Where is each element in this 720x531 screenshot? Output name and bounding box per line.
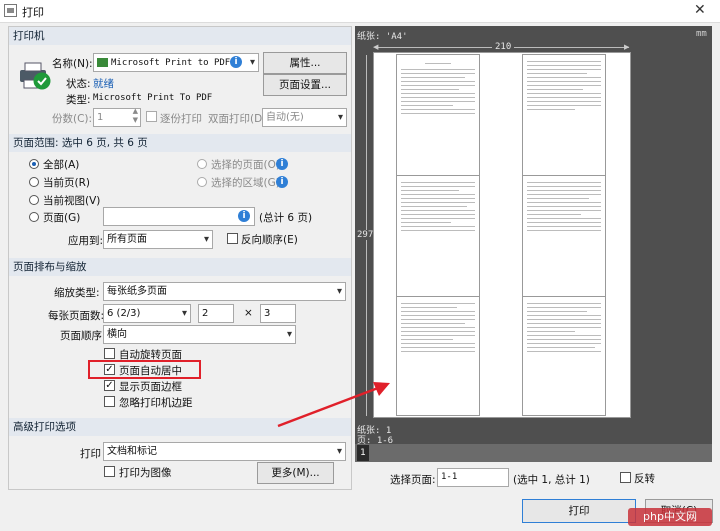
printer-name-select[interactable]: Microsoft Print to PDF i [93, 53, 259, 72]
scale-type-select[interactable]: 每张纸多页面 [103, 282, 346, 301]
pages-per-sheet-label: 每张页面数: [48, 310, 105, 322]
advanced-section-header: 高级打印选项 [9, 418, 351, 436]
selected-area-radio[interactable] [197, 177, 207, 187]
page-strip-item[interactable]: 1 [357, 445, 369, 461]
info-icon[interactable]: i [238, 210, 250, 222]
printer-app-icon [4, 4, 17, 17]
collate-label: 逐份打印 [160, 113, 202, 125]
pages-per-sheet-select[interactable]: 6 (2/3) [103, 304, 191, 323]
range-pages-label: 页面(G) [43, 212, 81, 224]
copies-value: 1 [97, 112, 104, 123]
range-current-radio[interactable] [29, 177, 39, 187]
watermark-logo: php中文网 [628, 508, 712, 526]
range-all-radio[interactable] [29, 159, 39, 169]
paper-height: 297 [357, 230, 374, 240]
page-setup-button[interactable]: 页面设置... [263, 74, 347, 96]
pdf-printer-icon [97, 57, 108, 67]
page-thumbnail [522, 175, 606, 297]
apply-to-select[interactable]: 所有页面 [103, 230, 213, 249]
print-what-label: 打印 [80, 448, 101, 460]
reverse-order-label: 反向顺序(E) [241, 234, 298, 246]
page-order-select[interactable]: 横向 [103, 325, 296, 344]
range-view-label: 当前视图(V) [43, 195, 101, 207]
layout-section-header: 页面排布与缩放 [9, 258, 351, 276]
range-current-label: 当前页(R) [43, 177, 90, 189]
ignore-margin-label: 忽略打印机边距 [119, 397, 193, 409]
paper-label: 纸张: 'A4' [357, 32, 408, 42]
type-value: Microsoft Print To PDF [93, 93, 213, 103]
window-title: 打印 [22, 6, 44, 19]
paper-width: 210 [492, 42, 515, 52]
duplex-select[interactable]: 自动(无) [262, 108, 347, 127]
pages-input[interactable]: i [103, 207, 255, 226]
status-value: 就绪 [93, 78, 114, 90]
printer-name-label: 名称(N): [52, 58, 93, 70]
reverse-order-checkbox[interactable] [227, 233, 238, 244]
ignore-margin-checkbox[interactable] [104, 396, 115, 407]
select-page-label: 选择页面: [390, 474, 436, 486]
stepper-arrows-icon[interactable]: ▲ ▼ [133, 107, 138, 125]
page-thumbnail [396, 296, 480, 416]
range-all-label: 全部(A) [43, 159, 80, 171]
copies-stepper[interactable]: 1 ▲ ▼ [93, 107, 141, 127]
selected-pages-label: 选择的页面(O) [211, 159, 280, 171]
range-view-radio[interactable] [29, 195, 39, 205]
scale-type-label: 缩放类型: [54, 287, 100, 299]
auto-center-checkbox[interactable]: ✓ [104, 364, 115, 375]
collate-checkbox[interactable] [146, 111, 157, 122]
show-border-label: 显示页面边框 [119, 381, 182, 393]
printer-status-icon [18, 60, 52, 92]
ruler-right-arrow-icon: ▶ [624, 43, 630, 51]
rows-input[interactable]: 3 [260, 304, 296, 323]
show-border-checkbox[interactable]: ✓ [104, 380, 115, 391]
printer-name-value: Microsoft Print to PDF [111, 58, 231, 68]
selected-pages-radio[interactable] [197, 159, 207, 169]
apply-to-label: 应用到: [68, 235, 104, 247]
selected-area-label: 选择的区域(G) [211, 177, 280, 189]
status-label: 状态: [66, 78, 91, 90]
duplex-label: 双面打印(D): [208, 113, 270, 125]
info-icon[interactable]: i [230, 56, 242, 68]
page-strip [355, 444, 712, 462]
reverse-preview-checkbox[interactable] [620, 472, 631, 483]
title-bar: 打印 ✕ [0, 0, 720, 23]
times-sign: × [244, 307, 253, 319]
print-what-select[interactable]: 文档和标记 [103, 442, 346, 461]
print-as-image-label: 打印为图像 [119, 467, 172, 479]
page-order-label: 页面顺序: [60, 330, 106, 342]
copies-label: 份数(C): [52, 113, 93, 125]
close-icon[interactable]: ✕ [694, 2, 706, 18]
info-icon[interactable]: i [276, 158, 288, 170]
page-thumbnail [396, 54, 480, 176]
select-page-input[interactable]: 1-1 [437, 468, 509, 487]
print-button[interactable]: 打印 [522, 499, 636, 523]
auto-rotate-checkbox[interactable] [104, 348, 115, 359]
reverse-preview-label: 反转 [634, 473, 655, 485]
type-label: 类型: [66, 94, 91, 106]
range-pages-radio[interactable] [29, 212, 39, 222]
ruler-left-arrow-icon: ◀ [373, 43, 379, 51]
pages-total: (总计 6 页) [259, 212, 313, 224]
printer-section-header: 打印机 [9, 27, 351, 45]
select-page-info: (选中 1, 总计 1) [513, 474, 590, 486]
range-section-header: 页面范围: 选中 6 页, 共 6 页 [9, 134, 351, 152]
unit-label: mm [696, 29, 707, 39]
page-thumbnail [522, 54, 606, 176]
page-thumbnail [396, 175, 480, 297]
more-button[interactable]: 更多(M)... [257, 462, 334, 484]
page-thumbnail [522, 296, 606, 416]
properties-button[interactable]: 属性... [263, 52, 347, 74]
auto-center-label: 页面自动居中 [119, 365, 182, 377]
info-icon[interactable]: i [276, 176, 288, 188]
columns-input[interactable]: 2 [198, 304, 234, 323]
print-as-image-checkbox[interactable] [104, 466, 115, 477]
